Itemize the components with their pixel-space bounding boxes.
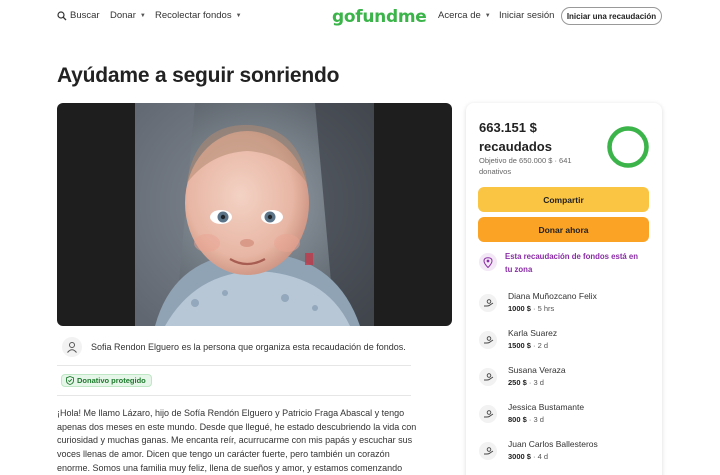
share-button[interactable]: Compartir bbox=[478, 187, 649, 212]
divider bbox=[57, 395, 411, 396]
recolectar-label: Recolectar fondos bbox=[155, 10, 232, 21]
start-fundraiser-button[interactable]: Iniciar una recaudación bbox=[561, 7, 662, 25]
donor-time: · 3 d bbox=[526, 378, 544, 387]
user-icon bbox=[62, 337, 82, 357]
goal-text: Objetivo de 650.000 $ · 641 donativos bbox=[479, 156, 572, 176]
story-line: apenas dos meses en este mundo. Desde qu… bbox=[57, 421, 417, 432]
progress-ring-fill bbox=[607, 126, 649, 168]
chevron-down-icon: ▼ bbox=[484, 12, 491, 19]
donor-time: · 3 d bbox=[526, 415, 544, 424]
donation-hand-icon bbox=[479, 294, 497, 312]
donor-amount: 1500 $ bbox=[508, 341, 531, 350]
donor-name: Karla Suarez bbox=[508, 328, 558, 338]
chevron-down-icon: ▼ bbox=[139, 12, 146, 19]
acerca-menu[interactable]: Acerca de ▼ bbox=[438, 10, 491, 21]
donation-hand-icon bbox=[479, 405, 497, 423]
raised-word: recaudados bbox=[479, 139, 552, 154]
donor-time: · 4 d bbox=[530, 452, 549, 461]
protected-badge-label: Donativo protegido bbox=[77, 376, 146, 385]
share-label: Compartir bbox=[543, 194, 584, 205]
donation-card: 663.151 $ recaudados Objetivo de 650.000… bbox=[466, 103, 662, 475]
donate-now-button[interactable]: Donar ahora bbox=[478, 217, 649, 242]
donor-amount: 800 $ bbox=[508, 415, 527, 424]
raised-amount: 663.151 $ recaudados bbox=[479, 118, 552, 156]
search-link[interactable]: Buscar bbox=[57, 10, 100, 21]
local-text-line2: tu zona bbox=[505, 264, 533, 274]
donor-time: · 5 hrs bbox=[530, 304, 555, 313]
gofundme-logo[interactable]: gofundme bbox=[332, 7, 427, 27]
shield-check-icon bbox=[66, 376, 74, 385]
donor-item: Diana Muñozcano Felix 1000 $ · 5 hrs bbox=[479, 291, 651, 321]
login-link[interactable]: Iniciar sesión bbox=[499, 10, 554, 21]
donation-hand-icon bbox=[479, 331, 497, 349]
baby-photo bbox=[135, 103, 374, 326]
start-fundraiser-label: Iniciar una recaudación bbox=[566, 11, 657, 21]
top-nav: Buscar Donar ▼ Recolectar fondos ▼ gofun… bbox=[0, 0, 720, 34]
organizer-text: Sofia Rendon Elguero es la persona que o… bbox=[91, 342, 406, 352]
local-text-line1: Esta recaudación de fondos está en bbox=[505, 252, 639, 261]
story-line: ¡Hola! Me llamo Lázaro, hijo de Sofía Re… bbox=[57, 408, 405, 418]
donor-amount: 250 $ bbox=[508, 378, 527, 387]
recolectar-menu[interactable]: Recolectar fondos ▼ bbox=[155, 10, 242, 21]
donor-name: Juan Carlos Ballesteros bbox=[508, 439, 598, 449]
donation-hand-icon bbox=[479, 368, 497, 386]
donor-amount: 3000 $ bbox=[508, 452, 531, 461]
page-title: Ayúdame a seguir sonriendo bbox=[57, 64, 340, 87]
chevron-down-icon: ▼ bbox=[235, 12, 242, 19]
donor-item: Jessica Bustamante 800 $ · 3 d bbox=[479, 402, 651, 432]
organizer-row: Sofia Rendon Elguero es la persona que o… bbox=[57, 334, 411, 366]
story-line: voces llenas de amor. Dicen que tengo un… bbox=[57, 449, 390, 460]
donate-label: Donar ahora bbox=[538, 224, 589, 235]
campaign-story: ¡Hola! Me llamo Lázaro, hijo de Sofía Re… bbox=[57, 407, 417, 475]
acerca-label: Acerca de bbox=[438, 10, 481, 21]
location-pin-icon bbox=[479, 253, 497, 271]
donor-time: · 2 d bbox=[530, 341, 549, 350]
logo-text: gofundme bbox=[332, 7, 427, 27]
donar-label: Donar bbox=[110, 10, 136, 21]
story-line: enorme. Somos una familia muy feliz, lle… bbox=[57, 462, 403, 473]
protected-donation-badge[interactable]: Donativo protegido bbox=[61, 374, 152, 387]
raised-value: 663.151 $ bbox=[479, 120, 537, 135]
donor-amount: 1000 $ bbox=[508, 304, 531, 313]
login-label: Iniciar sesión bbox=[499, 10, 555, 21]
progress-ring bbox=[607, 126, 649, 168]
donor-item: Karla Suarez 1500 $ · 2 d bbox=[479, 328, 651, 358]
donar-menu[interactable]: Donar ▼ bbox=[110, 10, 146, 21]
donor-item: Susana Veraza 250 $ · 3 d bbox=[479, 365, 651, 395]
donor-item: Juan Carlos Ballesteros 3000 $ · 4 d bbox=[479, 439, 651, 469]
search-icon bbox=[57, 10, 67, 20]
donor-name: Susana Veraza bbox=[508, 365, 566, 375]
donor-name: Diana Muñozcano Felix bbox=[508, 291, 597, 301]
story-line: curiosidad y muchas ganas. Me encanta re… bbox=[57, 435, 413, 446]
search-label: Buscar bbox=[70, 10, 100, 21]
local-fundraiser-notice: Esta recaudación de fondos está en tu zo… bbox=[479, 251, 651, 277]
donation-hand-icon bbox=[479, 442, 497, 460]
donor-name: Jessica Bustamante bbox=[508, 402, 585, 412]
campaign-hero-image[interactable] bbox=[57, 103, 452, 326]
